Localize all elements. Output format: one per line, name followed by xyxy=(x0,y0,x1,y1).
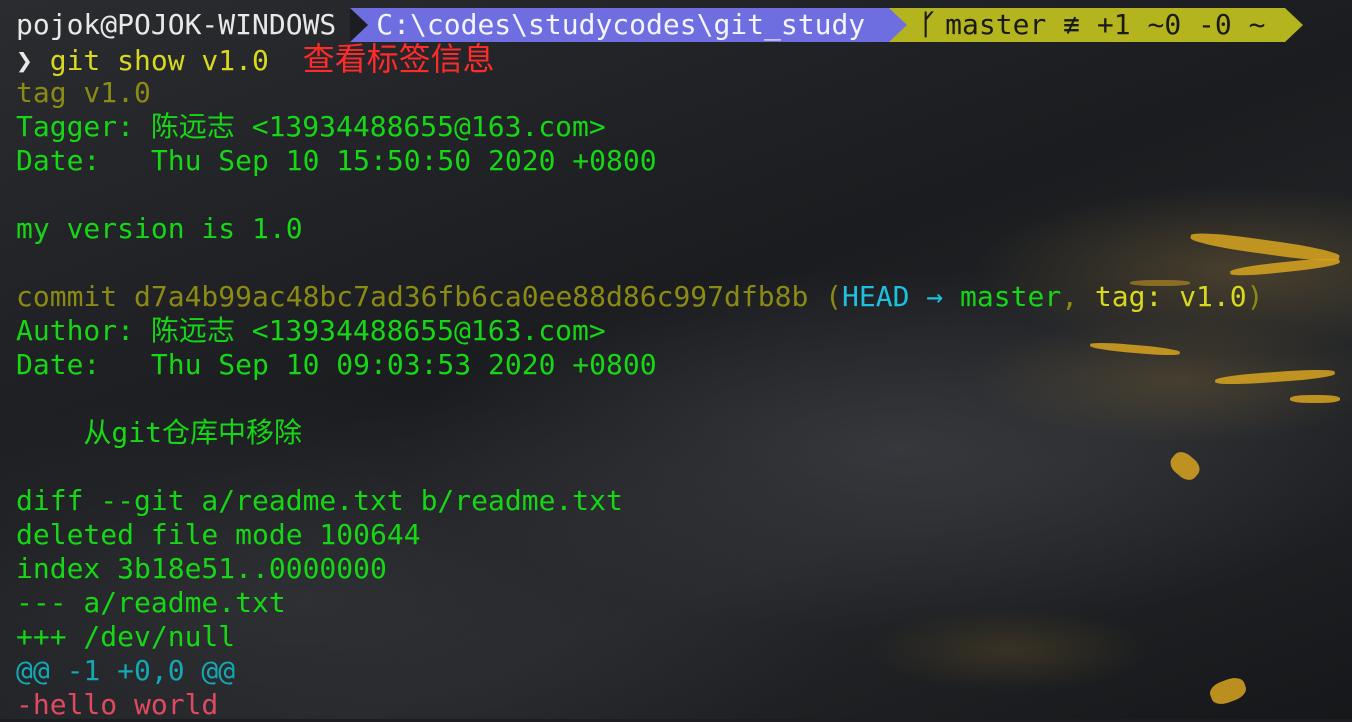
diff-header-line: diff --git a/readme.txt b/readme.txt xyxy=(16,484,623,517)
commit-head-ref: HEAD xyxy=(842,280,910,313)
diff-new-file-line: +++ /dev/null xyxy=(16,620,236,653)
commit-branch-ref: master xyxy=(960,280,1062,313)
terminal-window[interactable]: pojok@POJOK-WINDOWS C:\codes\studycodes\… xyxy=(0,0,1352,721)
commit-line: commit d7a4b99ac48bc7ad36fb6ca0ee88d86c9… xyxy=(16,280,1263,314)
prompt-bar: pojok@POJOK-WINDOWS C:\codes\studycodes\… xyxy=(0,8,1304,42)
diff-hunk-line: @@ -1 +0,0 @@ xyxy=(16,654,236,687)
commit-ref-close: ) xyxy=(1246,280,1264,313)
prompt-user: pojok@POJOK-WINDOWS xyxy=(16,8,337,41)
diff-index-line: index 3b18e51..0000000 xyxy=(16,552,387,585)
diff-old-file-line: --- a/readme.txt xyxy=(16,586,286,619)
annotation-text: 查看标签信息 xyxy=(302,40,495,78)
commit-tag-ref: tag: v1.0 xyxy=(1094,280,1247,313)
commit-arrow: → xyxy=(909,280,961,313)
git-status-text: master ≢ +1 ~0 -0 ~ xyxy=(945,8,1266,41)
tag-message-line: my version is 1.0 xyxy=(16,212,303,245)
prompt-git-status: ᚴ master ≢ +1 ~0 -0 ~ xyxy=(889,8,1286,42)
tag-date-line: Date: Thu Sep 10 15:50:50 2020 +0800 xyxy=(16,144,657,177)
command-line[interactable]: ❯ git show v1.0 查看标签信息 xyxy=(16,40,495,78)
commit-ref-sep: , xyxy=(1061,280,1095,313)
author-line: Author: 陈远志 <13934488655@163.com> xyxy=(16,314,606,347)
prompt-end-arrow xyxy=(1285,8,1304,42)
commit-message-line: 从git仓库中移除 xyxy=(16,416,303,449)
diff-removed-line: -hello world xyxy=(16,688,219,721)
commit-date-line: Date: Thu Sep 10 09:03:53 2020 +0800 xyxy=(16,348,657,381)
prompt-path: C:\codes\studycodes\git_study xyxy=(350,8,890,42)
commit-hash: commit d7a4b99ac48bc7ad36fb6ca0ee88d86c9… xyxy=(16,280,843,313)
tagger-line: Tagger: 陈远志 <13934488655@163.com> xyxy=(16,110,606,143)
command-text: git show v1.0 xyxy=(49,44,269,77)
prompt-chevron-icon: ❯ xyxy=(16,44,33,77)
tag-line: tag v1.0 xyxy=(16,76,151,109)
git-branch-icon: ᚴ xyxy=(919,8,937,41)
diff-mode-line: deleted file mode 100644 xyxy=(16,518,421,551)
